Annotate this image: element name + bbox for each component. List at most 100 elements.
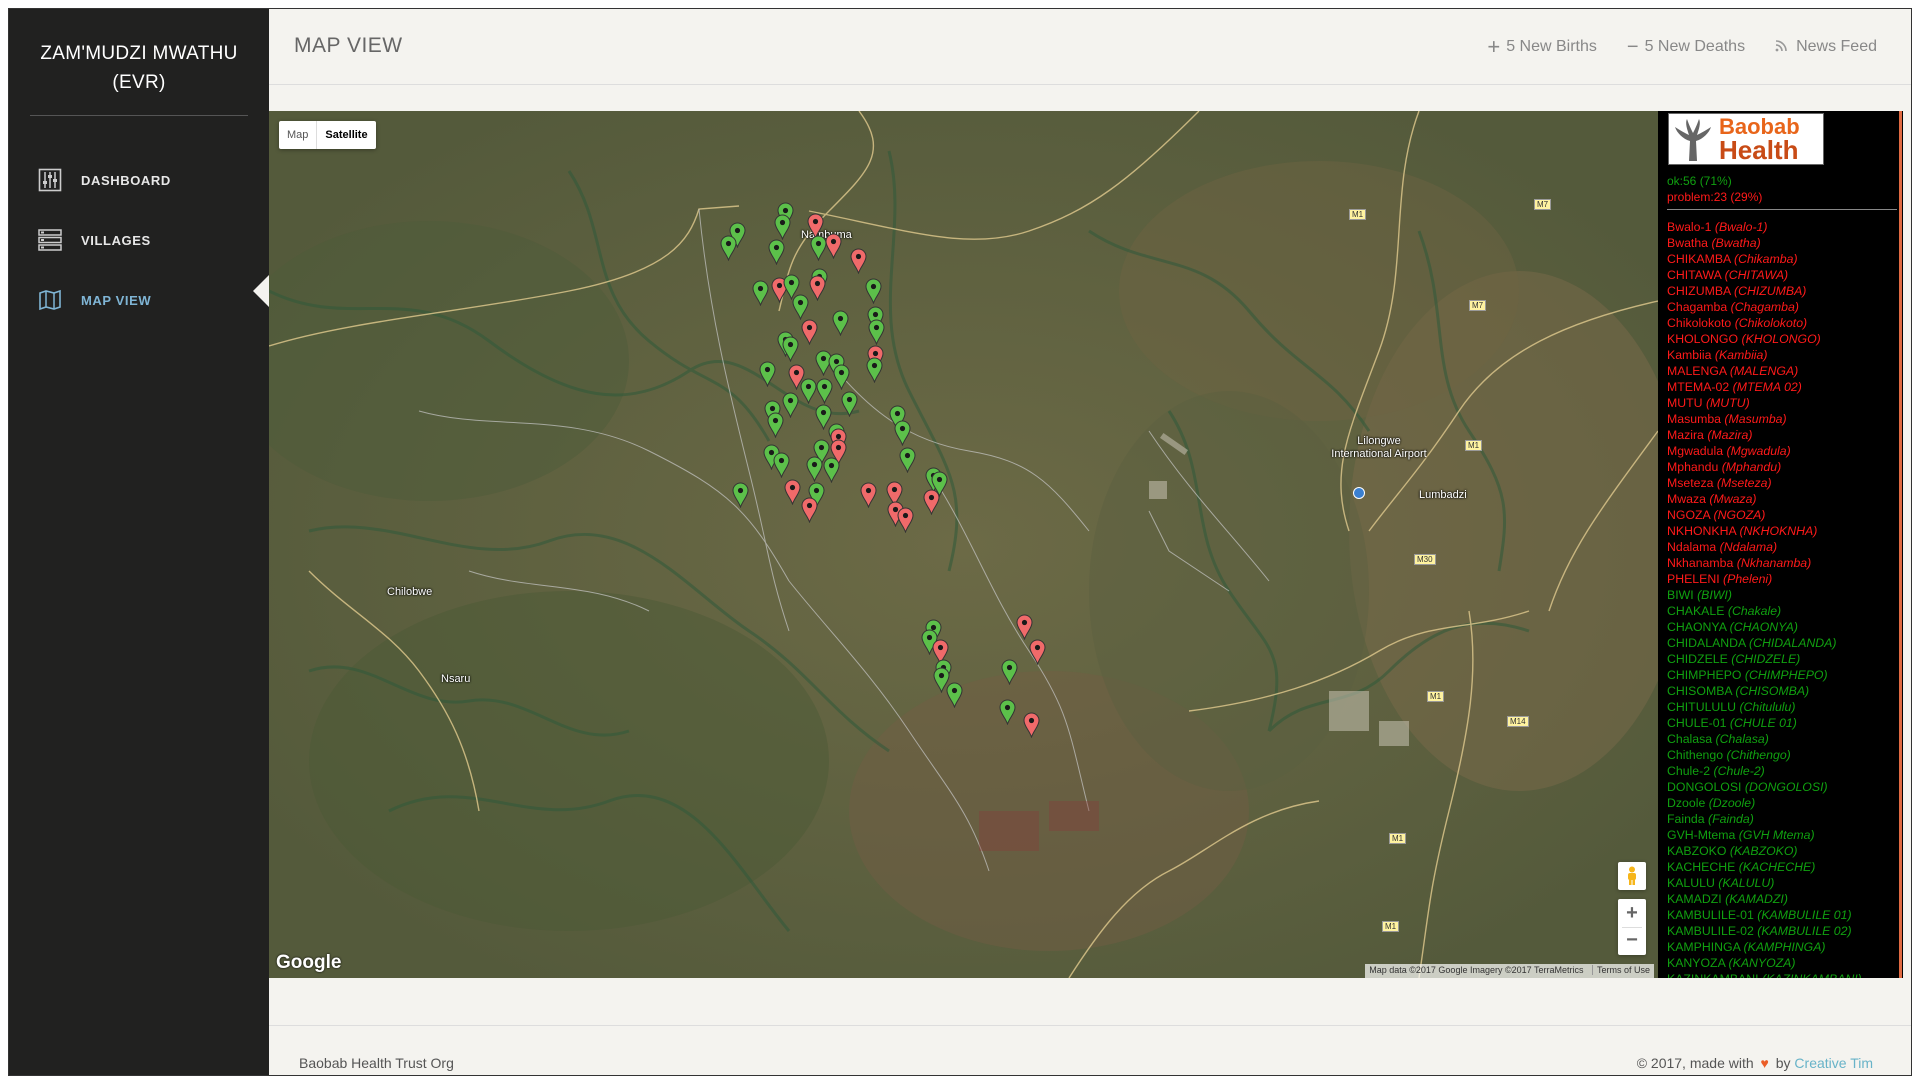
ok-village-marker-icon[interactable] <box>946 682 963 709</box>
village-list-item[interactable]: MUTU (MUTU) <box>1667 395 1862 411</box>
sidebar-brand[interactable]: ZAM'MUDZI MWATHU (EVR) <box>29 39 249 97</box>
village-list-item[interactable]: NKHONKHA (NKHOKNHA) <box>1667 523 1862 539</box>
ok-village-marker-icon[interactable] <box>894 420 911 447</box>
village-list-item[interactable]: Fainda (Fainda) <box>1667 811 1862 827</box>
village-list-item[interactable]: Mazira (Mazira) <box>1667 427 1862 443</box>
ok-village-marker-icon[interactable] <box>868 319 885 346</box>
ok-village-marker-icon[interactable] <box>865 278 882 305</box>
ok-village-marker-icon[interactable] <box>732 482 749 509</box>
ok-village-marker-icon[interactable] <box>792 294 809 321</box>
ok-village-marker-icon[interactable] <box>832 310 849 337</box>
ok-village-marker-icon[interactable] <box>1001 659 1018 686</box>
village-list-item[interactable]: GVH-Mtema (GVH Mtema) <box>1667 827 1862 843</box>
village-list-item[interactable]: CHIDALANDA (CHIDALANDA) <box>1667 635 1862 651</box>
village-list-item[interactable]: KAMBULILE-01 (KAMBULILE 01) <box>1667 907 1862 923</box>
village-list-item[interactable]: CHITULULU (Chitululu) <box>1667 699 1862 715</box>
village-list-item[interactable]: CHAKALE (Chakale) <box>1667 603 1862 619</box>
map-type-map-button[interactable]: Map <box>279 121 316 149</box>
village-list-item[interactable]: NGOZA (NGOZA) <box>1667 507 1862 523</box>
ok-village-marker-icon[interactable] <box>768 239 785 266</box>
village-list-item[interactable]: Dzoole (Dzoole) <box>1667 795 1862 811</box>
ok-village-marker-icon[interactable] <box>823 457 840 484</box>
village-list-item[interactable]: KALULU (KALULU) <box>1667 875 1862 891</box>
village-list-item[interactable]: Nkhanamba (Nkhanamba) <box>1667 555 1862 571</box>
ok-village-marker-icon[interactable] <box>759 361 776 388</box>
village-list-item[interactable]: KHOLONGO (KHOLONGO) <box>1667 331 1862 347</box>
village-list-item[interactable]: Kambiia (Kambiia) <box>1667 347 1862 363</box>
village-list-item[interactable]: KANYOZA (KANYOZA) <box>1667 955 1862 971</box>
village-list-item[interactable]: Chalasa (Chalasa) <box>1667 731 1862 747</box>
problem-village-marker-icon[interactable] <box>784 479 801 506</box>
terms-link[interactable]: Terms of Use <box>1591 965 1650 975</box>
village-list-item[interactable]: Mgwadula (Mgwadula) <box>1667 443 1862 459</box>
village-list-item[interactable]: CHULE-01 (CHULE 01) <box>1667 715 1862 731</box>
satellite-map[interactable]: Nambuma Lilongwe International Airport L… <box>269 111 1658 978</box>
village-list-item[interactable]: BIWI (BIWI) <box>1667 587 1862 603</box>
village-list-item[interactable]: DONGOLOSI (DONGOLOSI) <box>1667 779 1862 795</box>
problem-village-marker-icon[interactable] <box>897 507 914 534</box>
new-deaths-link[interactable]: − 5 New Deaths <box>1627 37 1745 57</box>
village-list-item[interactable]: KAMBULILE-02 (KAMBULILE 02) <box>1667 923 1862 939</box>
ok-village-marker-icon[interactable] <box>833 364 850 391</box>
village-list-item[interactable]: Mphandu (Mphandu) <box>1667 459 1862 475</box>
ok-village-marker-icon[interactable] <box>752 280 769 307</box>
village-list-item[interactable]: CHIDZELE (CHIDZELE) <box>1667 651 1862 667</box>
problem-village-marker-icon[interactable] <box>860 482 877 509</box>
village-list-item[interactable]: Masumba (Masumba) <box>1667 411 1862 427</box>
ok-village-marker-icon[interactable] <box>774 214 791 241</box>
new-births-link[interactable]: + 5 New Births <box>1487 36 1597 58</box>
village-list-item[interactable]: MALENGA (MALENGA) <box>1667 363 1862 379</box>
village-list-item[interactable]: Chithengo (Chithengo) <box>1667 747 1862 763</box>
problem-village-marker-icon[interactable] <box>850 248 867 275</box>
ok-village-marker-icon[interactable] <box>841 391 858 418</box>
village-list-item[interactable]: Bwatha (Bwatha) <box>1667 235 1862 251</box>
sidebar-item-dashboard[interactable]: DASHBOARD <box>37 165 171 195</box>
sidebar-item-map-view[interactable]: MAP VIEW <box>37 285 151 315</box>
village-list-item[interactable]: KAMPHINGA (KAMPHINGA) <box>1667 939 1862 955</box>
ok-village-marker-icon[interactable] <box>899 447 916 474</box>
village-list-item[interactable]: KABZOKO (KABZOKO) <box>1667 843 1862 859</box>
village-list-item[interactable]: PHELENI (Pheleni) <box>1667 571 1862 587</box>
ok-village-marker-icon[interactable] <box>720 235 737 262</box>
village-list-item[interactable]: Mseteza (Mseteza) <box>1667 475 1862 491</box>
ok-village-marker-icon[interactable] <box>866 357 883 384</box>
ok-village-marker-icon[interactable] <box>816 378 833 405</box>
village-list-item[interactable]: KACHECHE (KACHECHE) <box>1667 859 1862 875</box>
sidebar-item-villages[interactable]: VILLAGES <box>37 225 151 255</box>
problem-village-marker-icon[interactable] <box>1016 614 1033 641</box>
ok-village-marker-icon[interactable] <box>999 699 1016 726</box>
village-list-item[interactable]: KAZINKAMBANI (KAZINKAMBANI) <box>1667 971 1862 978</box>
zoom-out-button[interactable]: − <box>1622 927 1642 954</box>
problem-village-marker-icon[interactable] <box>923 489 940 516</box>
problem-village-marker-icon[interactable] <box>801 319 818 346</box>
problem-village-marker-icon[interactable] <box>801 497 818 524</box>
ok-village-marker-icon[interactable] <box>782 392 799 419</box>
village-list-item[interactable]: MTEMA-02 (MTEMA 02) <box>1667 379 1862 395</box>
creative-tim-link[interactable]: Creative Tim <box>1794 1055 1873 1071</box>
problem-village-marker-icon[interactable] <box>809 275 826 302</box>
village-list-item[interactable]: Chagamba (Chagamba) <box>1667 299 1862 315</box>
village-list-item[interactable]: Bwalo-1 (Bwalo-1) <box>1667 219 1862 235</box>
village-list-item[interactable]: CHIZUMBA (CHIZUMBA) <box>1667 283 1862 299</box>
village-list-item[interactable]: CHITAWA (CHITAWA) <box>1667 267 1862 283</box>
village-list-item[interactable]: Chule-2 (Chule-2) <box>1667 763 1862 779</box>
village-list-item[interactable]: CHIMPHEPO (CHIMPHEPO) <box>1667 667 1862 683</box>
village-list-item[interactable]: KAMADZI (KAMADZI) <box>1667 891 1862 907</box>
village-list-item[interactable]: CHIKAMBA (Chikamba) <box>1667 251 1862 267</box>
street-view-pegman-icon[interactable] <box>1618 862 1646 890</box>
village-list-item[interactable]: CHAONYA (CHAONYA) <box>1667 619 1862 635</box>
village-list-item[interactable]: Chikolokoto (Chikolokoto) <box>1667 315 1862 331</box>
village-list-item[interactable]: Ndalama (Ndalama) <box>1667 539 1862 555</box>
village-list-item[interactable]: CHISOMBA (CHISOMBA) <box>1667 683 1862 699</box>
village-list-item[interactable]: Mwaza (Mwaza) <box>1667 491 1862 507</box>
ok-village-marker-icon[interactable] <box>800 378 817 405</box>
problem-village-marker-icon[interactable] <box>1029 639 1046 666</box>
zoom-in-button[interactable]: + <box>1626 900 1638 927</box>
ok-village-marker-icon[interactable] <box>782 336 799 363</box>
map-type-satellite-button[interactable]: Satellite <box>316 121 375 149</box>
problem-village-marker-icon[interactable] <box>1023 712 1040 739</box>
ok-village-marker-icon[interactable] <box>767 412 784 439</box>
news-feed-link[interactable]: News Feed <box>1775 37 1877 57</box>
problem-village-marker-icon[interactable] <box>825 233 842 260</box>
ok-village-marker-icon[interactable] <box>806 456 823 483</box>
